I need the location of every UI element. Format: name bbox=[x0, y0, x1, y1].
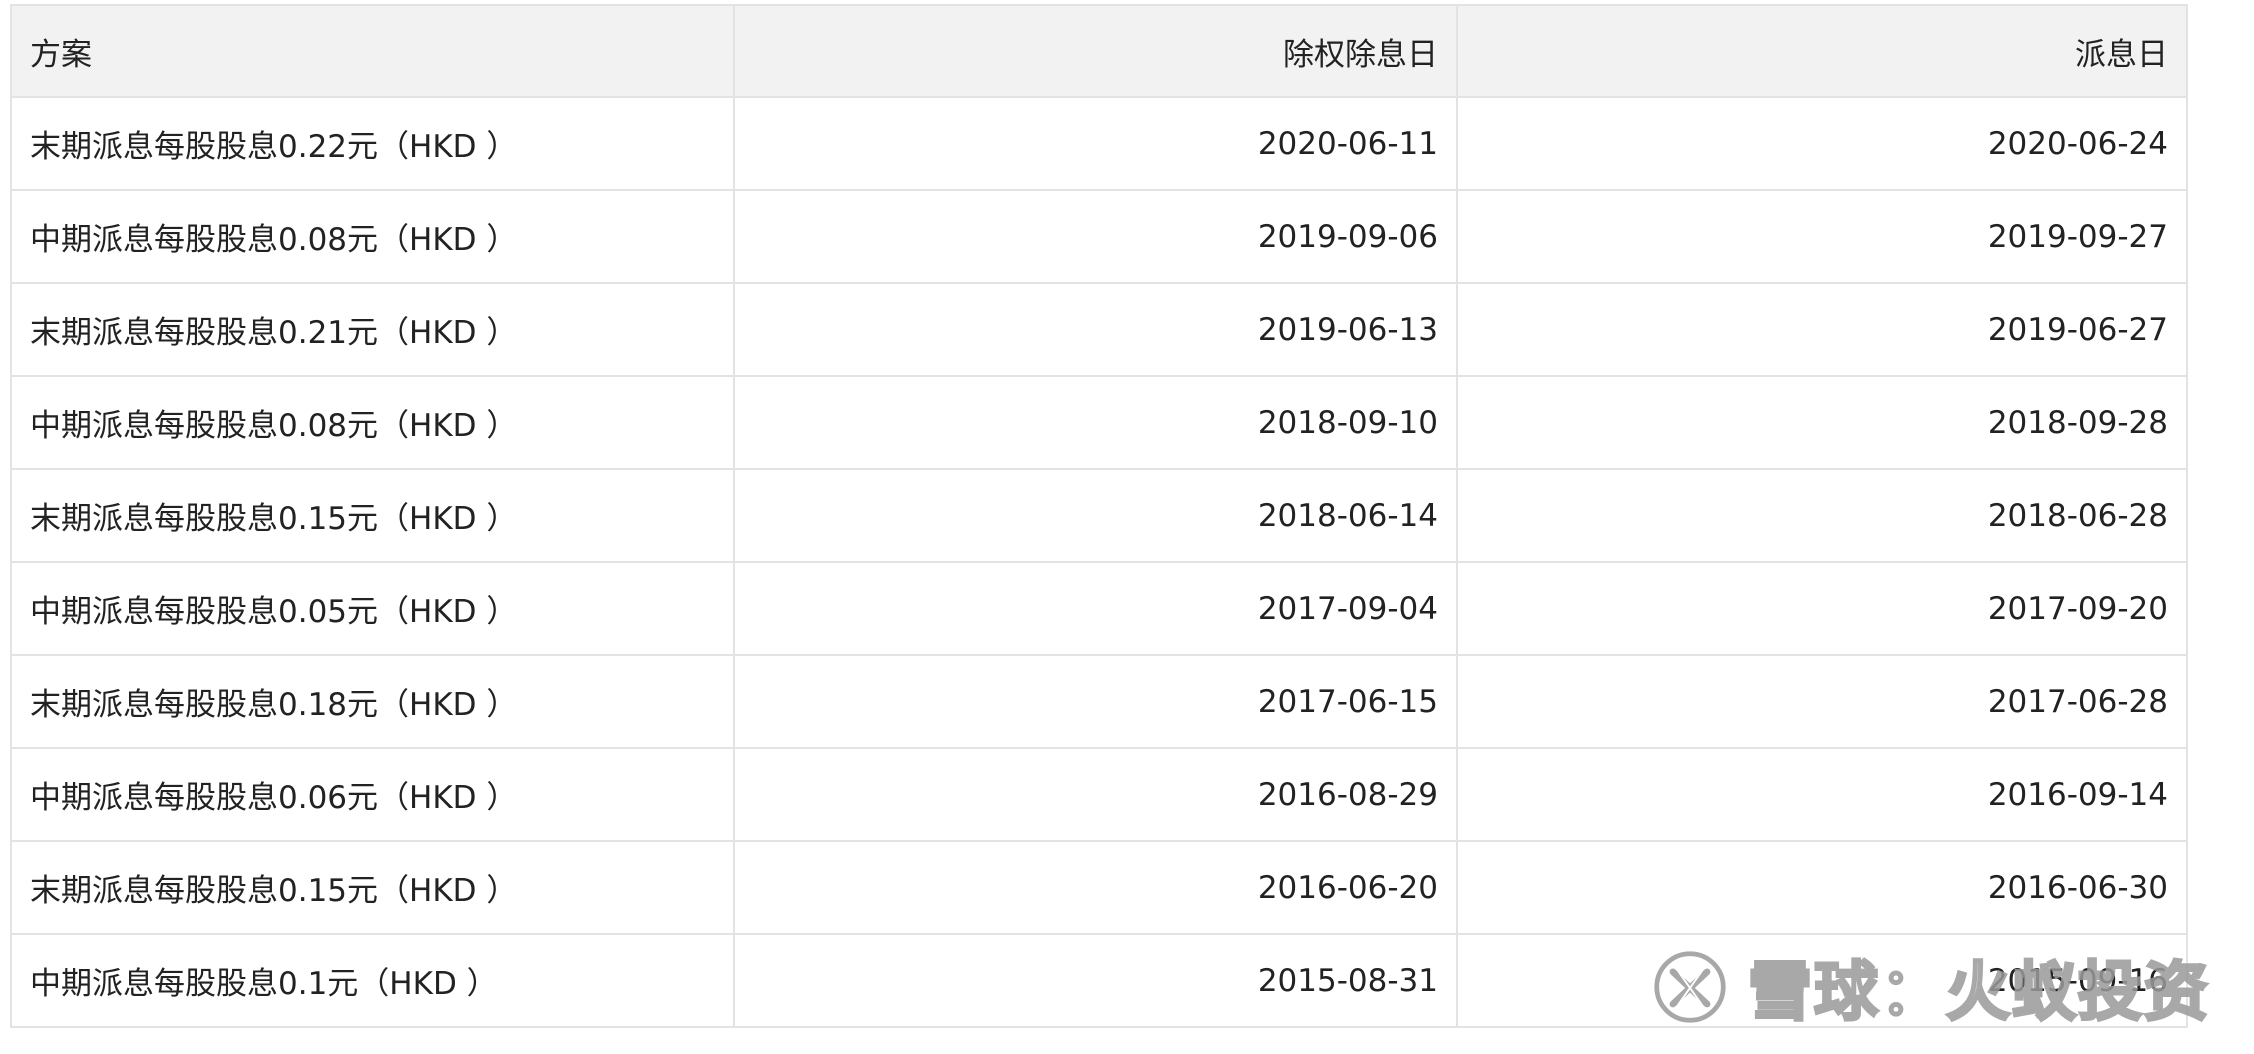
cell-pay-date: 2016-06-30 bbox=[1456, 840, 2188, 935]
cell-plan: 末期派息每股股息0.15元（HKD ） bbox=[10, 840, 735, 935]
table-row: 中期派息每股股息0.08元（HKD ） 2019-09-06 2019-09-2… bbox=[10, 189, 2188, 284]
table-row: 末期派息每股股息0.21元（HKD ） 2019-06-13 2019-06-2… bbox=[10, 282, 2188, 377]
cell-plan: 中期派息每股股息0.1元（HKD ） bbox=[10, 933, 735, 1028]
column-header-ex-date: 除权除息日 bbox=[733, 4, 1458, 98]
cell-ex-date: 2019-06-13 bbox=[733, 282, 1458, 377]
table-header: 方案 除权除息日 派息日 bbox=[10, 4, 2188, 98]
cell-ex-date: 2016-08-29 bbox=[733, 747, 1458, 842]
table-row: 中期派息每股股息0.05元（HKD ） 2017-09-04 2017-09-2… bbox=[10, 561, 2188, 656]
cell-pay-date: 2015-09-16 bbox=[1456, 933, 2188, 1028]
cell-pay-date: 2019-06-27 bbox=[1456, 282, 2188, 377]
cell-pay-date: 2018-06-28 bbox=[1456, 468, 2188, 563]
table-row: 中期派息每股股息0.08元（HKD ） 2018-09-10 2018-09-2… bbox=[10, 375, 2188, 470]
dividend-table-container: 方案 除权除息日 派息日 末期派息每股股息0.22元（HKD ） 2020-06… bbox=[10, 4, 2188, 1028]
table-row: 末期派息每股股息0.18元（HKD ） 2017-06-15 2017-06-2… bbox=[10, 654, 2188, 749]
cell-plan: 末期派息每股股息0.22元（HKD ） bbox=[10, 96, 735, 191]
cell-ex-date: 2020-06-11 bbox=[733, 96, 1458, 191]
dividend-table: 方案 除权除息日 派息日 末期派息每股股息0.22元（HKD ） 2020-06… bbox=[10, 4, 2188, 1028]
cell-pay-date: 2019-09-27 bbox=[1456, 189, 2188, 284]
cell-plan: 中期派息每股股息0.08元（HKD ） bbox=[10, 375, 735, 470]
cell-ex-date: 2016-06-20 bbox=[733, 840, 1458, 935]
cell-pay-date: 2017-09-20 bbox=[1456, 561, 2188, 656]
cell-plan: 末期派息每股股息0.18元（HKD ） bbox=[10, 654, 735, 749]
header-row: 方案 除权除息日 派息日 bbox=[10, 4, 2188, 98]
column-header-pay-date: 派息日 bbox=[1456, 4, 2188, 98]
cell-plan: 末期派息每股股息0.15元（HKD ） bbox=[10, 468, 735, 563]
cell-pay-date: 2020-06-24 bbox=[1456, 96, 2188, 191]
cell-ex-date: 2017-06-15 bbox=[733, 654, 1458, 749]
cell-plan: 中期派息每股股息0.08元（HKD ） bbox=[10, 189, 735, 284]
table-row: 末期派息每股股息0.15元（HKD ） 2018-06-14 2018-06-2… bbox=[10, 468, 2188, 563]
cell-pay-date: 2017-06-28 bbox=[1456, 654, 2188, 749]
cell-ex-date: 2018-06-14 bbox=[733, 468, 1458, 563]
cell-ex-date: 2018-09-10 bbox=[733, 375, 1458, 470]
cell-ex-date: 2017-09-04 bbox=[733, 561, 1458, 656]
table-row: 中期派息每股股息0.06元（HKD ） 2016-08-29 2016-09-1… bbox=[10, 747, 2188, 842]
column-header-plan: 方案 bbox=[10, 4, 735, 98]
table-body: 末期派息每股股息0.22元（HKD ） 2020-06-11 2020-06-2… bbox=[10, 96, 2188, 1028]
table-row: 中期派息每股股息0.1元（HKD ） 2015-08-31 2015-09-16 bbox=[10, 933, 2188, 1028]
cell-pay-date: 2016-09-14 bbox=[1456, 747, 2188, 842]
cell-pay-date: 2018-09-28 bbox=[1456, 375, 2188, 470]
table-row: 末期派息每股股息0.15元（HKD ） 2016-06-20 2016-06-3… bbox=[10, 840, 2188, 935]
cell-plan: 末期派息每股股息0.21元（HKD ） bbox=[10, 282, 735, 377]
cell-plan: 中期派息每股股息0.05元（HKD ） bbox=[10, 561, 735, 656]
cell-ex-date: 2019-09-06 bbox=[733, 189, 1458, 284]
cell-ex-date: 2015-08-31 bbox=[733, 933, 1458, 1028]
table-row: 末期派息每股股息0.22元（HKD ） 2020-06-11 2020-06-2… bbox=[10, 96, 2188, 191]
cell-plan: 中期派息每股股息0.06元（HKD ） bbox=[10, 747, 735, 842]
